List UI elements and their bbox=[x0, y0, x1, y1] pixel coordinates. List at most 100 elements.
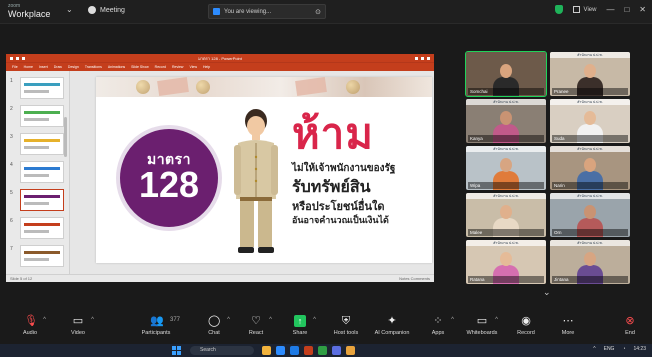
ribbon-tab[interactable]: Slide Show bbox=[131, 65, 149, 69]
maximize-icon[interactable]: □ bbox=[624, 5, 629, 14]
participant-head bbox=[584, 205, 596, 219]
whiteboards-label: Whiteboards bbox=[466, 330, 498, 336]
ribbon-tab[interactable]: Record bbox=[155, 65, 166, 69]
slide-thumbnail[interactable]: 3 bbox=[10, 133, 64, 155]
government-officer-illustration bbox=[234, 109, 278, 253]
record-label: Record bbox=[517, 330, 535, 336]
gallery-chevron-down-icon[interactable]: ⌄ bbox=[543, 287, 551, 298]
slide-thumbnail[interactable]: 6 bbox=[10, 217, 64, 239]
clock[interactable]: 14:23 bbox=[633, 346, 646, 352]
share-label-toolbar: Share bbox=[292, 330, 308, 336]
ribbon-tab[interactable]: View bbox=[189, 65, 197, 69]
slide-thumbnail[interactable]: 2 bbox=[10, 105, 64, 127]
thumbnail-scrollbar[interactable] bbox=[64, 117, 67, 157]
ribbon-tab[interactable]: Draw bbox=[54, 65, 62, 69]
slide-thumbnail-number: 2 bbox=[10, 106, 13, 112]
minimize-icon[interactable]: — bbox=[606, 5, 614, 14]
thumbnail-content bbox=[24, 146, 49, 149]
ppt-status-bar: Slide 5 of 12 Notes Comments bbox=[6, 274, 434, 282]
thumbnail-content bbox=[24, 167, 60, 170]
ribbon-tab[interactable]: Review bbox=[172, 65, 183, 69]
participant-tile[interactable]: สำนักงาน ป.ป.ช. Suda bbox=[550, 99, 630, 143]
slide-thumbnail[interactable]: 1 bbox=[10, 77, 64, 99]
more-button[interactable]: ⋯ More bbox=[542, 315, 594, 336]
record-icon: ◉ bbox=[521, 315, 531, 327]
view-options-pill[interactable]: You are viewing... ⊙ bbox=[208, 4, 326, 19]
participant-head bbox=[500, 205, 512, 219]
audio-options-caret[interactable]: ^ bbox=[43, 317, 46, 323]
windows-start-icon[interactable] bbox=[172, 346, 181, 355]
participant-background-tag: สำนักงาน ป.ป.ช. bbox=[466, 240, 546, 246]
audio-button[interactable]: 🎙 ^ Audio bbox=[4, 315, 56, 336]
participant-tile[interactable]: สำนักงาน ป.ป.ช. Jintana bbox=[550, 240, 630, 284]
slide-thumbnail[interactable]: 5 bbox=[10, 189, 64, 211]
powerpoint-icon[interactable] bbox=[304, 346, 313, 355]
meeting-menu[interactable]: Meeting bbox=[88, 6, 125, 14]
zoom-top-bar: zoom Workplace ⌄ Meeting You are viewing… bbox=[0, 0, 652, 24]
slide-thumbnail[interactable]: 7 bbox=[10, 245, 64, 267]
slide-editor-area: มาตรา 128 ห้าม ไม่ให้เจ้าพนักงานของรัฐ ร… bbox=[70, 71, 434, 274]
participants-button[interactable]: 👥 377 Participants bbox=[130, 315, 182, 336]
view-label: View bbox=[583, 6, 597, 13]
participant-name: Kanya bbox=[468, 135, 544, 142]
file-explorer-icon[interactable] bbox=[262, 346, 271, 355]
options-icon[interactable]: ⊙ bbox=[315, 8, 321, 16]
chrome-icon[interactable] bbox=[346, 346, 355, 355]
participant-tile[interactable]: สำนักงาน ป.ป.ช. Kanya bbox=[466, 99, 546, 143]
window-controls: View — □ ✕ bbox=[554, 5, 646, 14]
participant-background-tag: สำนักงาน ป.ป.ช. bbox=[466, 99, 546, 105]
ppt-title: มาตรา 128 - PowerPoint bbox=[198, 55, 242, 61]
ribbon-tab[interactable]: Home bbox=[24, 65, 33, 69]
taskbar-search[interactable]: Search bbox=[190, 346, 254, 355]
react-options-caret[interactable]: ^ bbox=[269, 317, 272, 323]
ppt-status-right: Notes Comments bbox=[399, 276, 430, 281]
video-options-caret[interactable]: ^ bbox=[91, 317, 94, 323]
whiteboards-options-caret[interactable]: ^ bbox=[495, 317, 498, 323]
taskbar-apps bbox=[262, 346, 355, 355]
video-button[interactable]: ▭ ^ Video bbox=[52, 315, 104, 336]
ribbon-tab[interactable]: Help bbox=[203, 65, 210, 69]
zoom-app-icon[interactable] bbox=[276, 346, 285, 355]
view-button[interactable]: View bbox=[572, 6, 597, 13]
share-options-caret[interactable]: ^ bbox=[313, 317, 316, 323]
end-call-icon: ⊗ bbox=[625, 315, 635, 327]
end-label: End bbox=[625, 330, 635, 336]
host-tools-button[interactable]: ⛨ Host tools bbox=[320, 315, 372, 336]
ppt-quick-access[interactable] bbox=[10, 56, 25, 60]
wifi-icon[interactable]: ◔ bbox=[622, 346, 625, 352]
participant-tile[interactable]: สำนักงาน ป.ป.ช. Narin bbox=[550, 146, 630, 190]
participant-tile[interactable]: สำนักงาน ป.ป.ช. Orn bbox=[550, 193, 630, 237]
close-icon[interactable]: ✕ bbox=[639, 5, 646, 14]
participant-tile[interactable]: สำนักงาน ป.ป.ช. Pranee bbox=[550, 52, 630, 96]
share-button[interactable]: ↑ ^ Share bbox=[274, 315, 326, 336]
participant-tile[interactable]: สำนักงาน ป.ป.ช. Wipa bbox=[466, 146, 546, 190]
ppt-window-controls[interactable] bbox=[414, 56, 430, 60]
participant-tile[interactable]: Somchai bbox=[465, 51, 547, 97]
participant-name: Jintana bbox=[552, 276, 628, 283]
slide-headline: ห้าม bbox=[292, 110, 374, 157]
teams-icon[interactable] bbox=[332, 346, 341, 355]
participant-tile[interactable]: สำนักงาน ป.ป.ช. Malee bbox=[466, 193, 546, 237]
ribbon-tab[interactable]: Design bbox=[68, 65, 79, 69]
participant-name: Orn bbox=[552, 229, 628, 236]
security-shield-icon[interactable] bbox=[554, 5, 563, 14]
participant-background-tag: สำนักงาน ป.ป.ช. bbox=[466, 146, 546, 152]
participant-tile[interactable]: สำนักงาน ป.ป.ช. Ratana bbox=[466, 240, 546, 284]
ai-companion-button[interactable]: ✦ AI Companion bbox=[366, 315, 418, 336]
ribbon-tab[interactable]: Transitions bbox=[85, 65, 102, 69]
ribbon-tab[interactable]: File bbox=[12, 65, 18, 69]
chevron-down-icon[interactable]: ⌄ bbox=[66, 5, 73, 14]
video-label: Video bbox=[71, 330, 85, 336]
slide-thumbnail[interactable]: 4 bbox=[10, 161, 64, 183]
edge-icon[interactable] bbox=[290, 346, 299, 355]
shared-screen-powerpoint: มาตรา 128 - PowerPoint File Home Insert Dra… bbox=[6, 54, 434, 282]
excel-icon[interactable] bbox=[318, 346, 327, 355]
language-indicator[interactable]: ENG bbox=[604, 346, 615, 352]
ribbon-tab[interactable]: Animations bbox=[108, 65, 125, 69]
tray-chevron-icon[interactable]: ^ bbox=[593, 346, 595, 352]
apps-icon: ⁘ bbox=[433, 315, 443, 327]
ribbon-tab[interactable]: Insert bbox=[39, 65, 48, 69]
end-button[interactable]: ⊗ End bbox=[604, 315, 652, 336]
apps-options-caret[interactable]: ^ bbox=[451, 317, 454, 323]
thumbnail-content bbox=[24, 111, 60, 114]
